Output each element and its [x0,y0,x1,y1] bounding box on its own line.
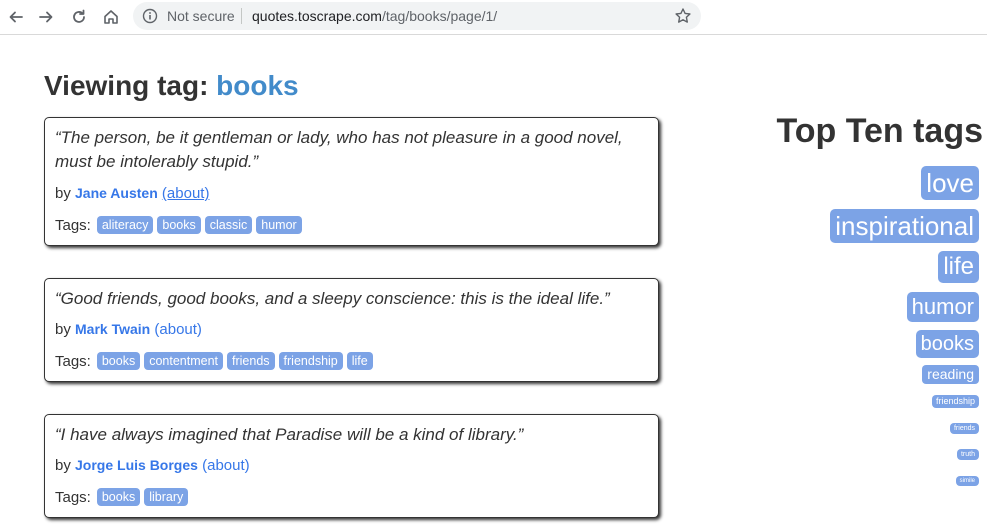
quote-text: “The person, be it gentleman or lady, wh… [55,128,623,171]
quote-card: “Good friends, good books, and a sleepy … [44,278,659,382]
quote-author-line: by Mark Twain (about) [55,321,202,338]
quote-tags: Tags: books library [55,488,189,506]
omnibox-divider [241,8,242,24]
top-tag-link[interactable]: reading [922,365,979,384]
current-tag-link[interactable]: books [216,70,298,101]
tag-link[interactable]: books [96,488,141,506]
top-tag-link[interactable]: inspirational [830,209,979,243]
info-icon[interactable] [142,8,158,24]
bookmark-star-icon[interactable] [674,7,692,25]
tag-link[interactable]: books [157,216,201,234]
url-path: /tag/books/page/1/ [381,8,498,24]
url-host: quotes.toscrape.com [252,8,382,24]
quote-author-line: by Jane Austen (about) [55,185,209,202]
tag-link[interactable]: friends [227,352,275,370]
top-tags-title: Top Ten tags [776,112,983,150]
reload-icon[interactable] [67,5,91,29]
by-label: by [55,321,71,338]
top-tag-link[interactable]: friends [949,423,979,434]
top-tag-link[interactable]: truth [956,449,979,460]
tag-link[interactable]: contentment [144,352,224,370]
address-bar[interactable]: Not secure quotes.toscrape.com/tag/books… [133,2,701,30]
url-text[interactable]: quotes.toscrape.com/tag/books/page/1/ [252,8,497,24]
quote-text: “Good friends, good books, and a sleepy … [55,289,610,308]
quote-tags: Tags: books contentment friends friendsh… [55,352,373,370]
tag-link[interactable]: humor [256,216,302,234]
quote-tags: Tags: aliteracy books classic humor [55,216,302,234]
author-about-link[interactable]: (about) [162,185,210,202]
home-icon[interactable] [99,5,123,29]
tag-link[interactable]: books [96,352,141,370]
top-tag-link[interactable]: life [938,251,979,283]
tag-link[interactable]: classic [204,216,253,234]
not-secure-label: Not secure [167,8,235,24]
page-title-prefix: Viewing tag: [44,70,209,101]
quote-card: “The person, be it gentleman or lady, wh… [44,117,659,246]
author-about-link[interactable]: (about) [202,457,250,474]
back-arrow-icon[interactable] [4,5,28,29]
quote-card: “I have always imagined that Paradise wi… [44,414,659,518]
tags-label: Tags: [55,352,91,370]
author-name: Mark Twain [75,321,151,337]
forward-arrow-icon[interactable] [34,5,58,29]
author-name: Jorge Luis Borges [75,457,198,473]
by-label: by [55,457,71,474]
tag-link[interactable]: library [144,488,189,506]
quote-author-line: by Jorge Luis Borges (about) [55,457,250,474]
tag-link[interactable]: friendship [278,352,343,370]
top-tag-link[interactable]: simile [955,476,979,486]
top-tag-link[interactable]: humor [906,292,979,322]
browser-toolbar: Not secure quotes.toscrape.com/tag/books… [0,0,987,35]
tag-link[interactable]: aliteracy [96,216,154,234]
top-tag-link[interactable]: love [921,166,979,200]
tag-link[interactable]: life [346,352,373,370]
top-tag-link[interactable]: friendship [931,395,979,408]
page-title: Viewing tag: books [44,70,299,102]
tags-label: Tags: [55,216,91,234]
top-tag-link[interactable]: books [915,330,979,358]
quote-text: “I have always imagined that Paradise wi… [55,425,524,444]
author-about-link[interactable]: (about) [154,321,202,338]
tags-label: Tags: [55,488,91,506]
author-name: Jane Austen [75,185,158,201]
by-label: by [55,185,71,202]
